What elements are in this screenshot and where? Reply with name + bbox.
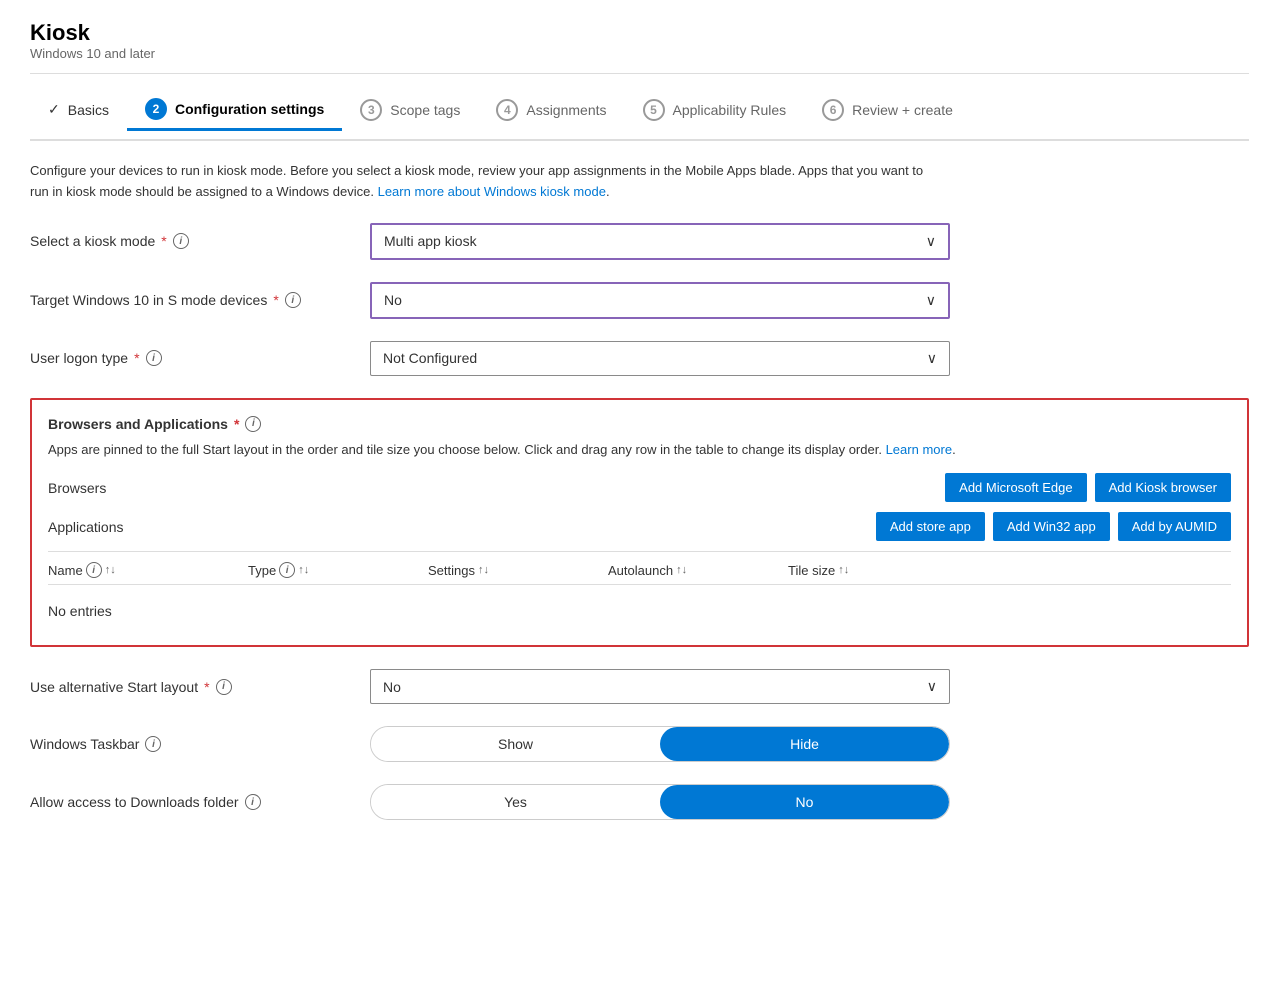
alt-start-layout-select[interactable]: No ∨ — [370, 669, 950, 704]
step-applicability-label: Applicability Rules — [673, 102, 787, 118]
downloads-info-icon[interactable]: i — [245, 794, 261, 810]
kiosk-mode-value: Multi app kiosk — [384, 233, 477, 249]
step-configuration-num: 2 — [145, 98, 167, 120]
col-autolaunch-sort-icon[interactable]: ↑↓ — [676, 564, 687, 576]
step-review-num: 6 — [822, 99, 844, 121]
add-store-app-button[interactable]: Add store app — [876, 512, 985, 541]
kiosk-mode-select[interactable]: Multi app kiosk ∨ — [370, 223, 950, 260]
col-type-info-icon[interactable]: i — [279, 562, 295, 578]
step-assignments-num: 4 — [496, 99, 518, 121]
step-basics-label: Basics — [68, 102, 109, 118]
table-header: Name i ↑↓ Type i ↑↓ Settings ↑↓ Autolaun… — [48, 551, 1231, 584]
allow-downloads-label: Allow access to Downloads folder i — [30, 794, 350, 810]
user-logon-select[interactable]: Not Configured ∨ — [370, 341, 950, 376]
applications-label: Applications — [48, 519, 248, 535]
col-tilesize-sort-icon[interactable]: ↑↓ — [838, 564, 849, 576]
table-col-name[interactable]: Name i ↑↓ — [48, 562, 248, 578]
user-logon-value: Not Configured — [383, 350, 477, 366]
step-scope-num: 3 — [360, 99, 382, 121]
table-col-tilesize[interactable]: Tile size ↑↓ — [788, 563, 948, 578]
target-windows-row: Target Windows 10 in S mode devices * i … — [30, 282, 1249, 319]
table-col-autolaunch[interactable]: Autolaunch ↑↓ — [608, 563, 788, 578]
page-title: Kiosk Windows 10 and later — [30, 20, 1249, 61]
user-logon-chevron-icon: ∨ — [927, 350, 937, 367]
kiosk-mode-label: Select a kiosk mode * i — [30, 233, 350, 249]
add-kiosk-browser-button[interactable]: Add Kiosk browser — [1095, 473, 1231, 502]
allow-downloads-toggle[interactable]: Yes No — [370, 784, 950, 820]
downloads-yes-option[interactable]: Yes — [371, 785, 660, 819]
wizard-steps: ✓ Basics 2 Configuration settings 3 Scop… — [30, 90, 1249, 141]
browsers-learn-more-link[interactable]: Learn more — [886, 442, 952, 457]
table-col-settings[interactable]: Settings ↑↓ — [428, 563, 608, 578]
taskbar-hide-option[interactable]: Hide — [660, 727, 949, 761]
alt-start-chevron-icon: ∨ — [927, 678, 937, 695]
step-scope[interactable]: 3 Scope tags — [342, 91, 478, 129]
step-review-label: Review + create — [852, 102, 953, 118]
alt-start-value: No — [383, 679, 401, 695]
target-windows-label: Target Windows 10 in S mode devices * i — [30, 292, 350, 308]
kiosk-mode-info-icon[interactable]: i — [173, 233, 189, 249]
step-basics[interactable]: ✓ Basics — [30, 93, 127, 126]
table-col-type[interactable]: Type i ↑↓ — [248, 562, 428, 578]
col-name-sort-icon[interactable]: ↑↓ — [105, 564, 116, 576]
browsers-applications-section: Browsers and Applications * i Apps are p… — [30, 398, 1249, 648]
user-logon-label: User logon type * i — [30, 350, 350, 366]
browsers-row: Browsers Add Microsoft Edge Add Kiosk br… — [48, 473, 1231, 502]
target-windows-value: No — [384, 292, 402, 308]
learn-more-kiosk-link[interactable]: Learn more about Windows kiosk mode — [378, 184, 606, 199]
step-configuration[interactable]: 2 Configuration settings — [127, 90, 342, 131]
col-settings-sort-icon[interactable]: ↑↓ — [478, 564, 489, 576]
step-review[interactable]: 6 Review + create — [804, 91, 971, 129]
user-logon-info-icon[interactable]: i — [146, 350, 162, 366]
windows-taskbar-label: Windows Taskbar i — [30, 736, 350, 752]
applications-row: Applications Add store app Add Win32 app… — [48, 512, 1231, 541]
col-type-sort-icon[interactable]: ↑↓ — [298, 564, 309, 576]
downloads-no-option[interactable]: No — [660, 785, 949, 819]
step-assignments[interactable]: 4 Assignments — [478, 91, 624, 129]
add-win32-app-button[interactable]: Add Win32 app — [993, 512, 1110, 541]
alt-start-layout-row: Use alternative Start layout * i No ∨ — [30, 669, 1249, 704]
windows-taskbar-row: Windows Taskbar i Show Hide — [30, 726, 1249, 762]
browsers-info-icon[interactable]: i — [245, 416, 261, 432]
alt-start-info-icon[interactable]: i — [216, 679, 232, 695]
table-empty-message: No entries — [48, 593, 1231, 629]
browsers-section-desc: Apps are pinned to the full Start layout… — [48, 440, 1231, 460]
taskbar-show-option[interactable]: Show — [371, 727, 660, 761]
step-applicability[interactable]: 5 Applicability Rules — [625, 91, 805, 129]
step-applicability-num: 5 — [643, 99, 665, 121]
step-configuration-label: Configuration settings — [175, 101, 324, 117]
windows-taskbar-toggle[interactable]: Show Hide — [370, 726, 950, 762]
target-windows-chevron-icon: ∨ — [926, 292, 936, 309]
taskbar-info-icon[interactable]: i — [145, 736, 161, 752]
target-windows-select[interactable]: No ∨ — [370, 282, 950, 319]
browsers-required: * — [234, 416, 239, 432]
user-logon-required: * — [134, 350, 139, 366]
target-windows-info-icon[interactable]: i — [285, 292, 301, 308]
kiosk-mode-required: * — [161, 233, 166, 249]
add-by-aumid-button[interactable]: Add by AUMID — [1118, 512, 1231, 541]
description-text: Configure your devices to run in kiosk m… — [30, 161, 930, 203]
kiosk-mode-chevron-icon: ∨ — [926, 233, 936, 250]
col-name-info-icon[interactable]: i — [86, 562, 102, 578]
alt-start-layout-label: Use alternative Start layout * i — [30, 679, 350, 695]
alt-start-required: * — [204, 679, 209, 695]
browsers-section-title: Browsers and Applications * i — [48, 416, 1231, 432]
browsers-label: Browsers — [48, 480, 248, 496]
add-microsoft-edge-button[interactable]: Add Microsoft Edge — [945, 473, 1086, 502]
user-logon-row: User logon type * i Not Configured ∨ — [30, 341, 1249, 376]
allow-downloads-row: Allow access to Downloads folder i Yes N… — [30, 784, 1249, 820]
target-windows-required: * — [273, 292, 278, 308]
kiosk-mode-row: Select a kiosk mode * i Multi app kiosk … — [30, 223, 1249, 260]
step-assignments-label: Assignments — [526, 102, 606, 118]
step-scope-label: Scope tags — [390, 102, 460, 118]
